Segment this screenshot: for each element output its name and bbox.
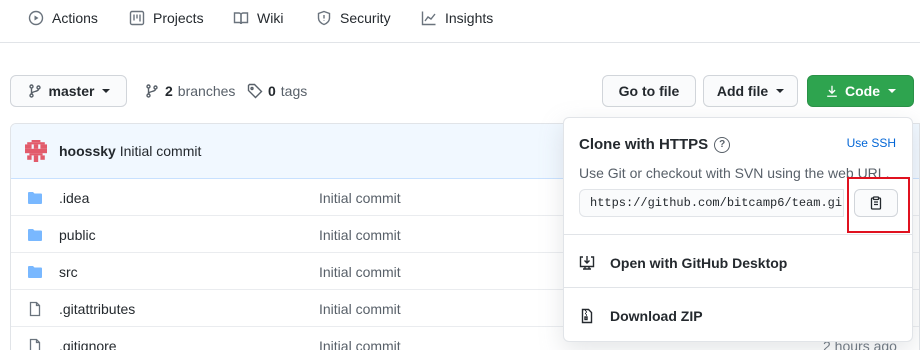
question-icon[interactable]: ? [714, 136, 731, 153]
file-zip-icon [581, 308, 593, 324]
folder-icon [28, 229, 42, 241]
folder-icon [28, 266, 42, 278]
repo-nav: Actions Projects Wiki Security Insights [0, 0, 920, 43]
file-icon [29, 338, 41, 350]
tab-security[interactable]: Security [316, 0, 391, 36]
file-commit-message[interactable]: Initial commit [319, 227, 401, 243]
go-to-file-button[interactable]: Go to file [602, 75, 696, 107]
branches-link[interactable]: 2 branches [144, 83, 235, 99]
go-to-file-label: Go to file [618, 83, 680, 99]
dropdown-divider [564, 287, 912, 288]
file-commit-message[interactable]: Initial commit [319, 190, 401, 206]
file-commit-message[interactable]: Initial commit [319, 338, 401, 350]
file-commit-message[interactable]: Initial commit [319, 301, 401, 317]
clone-title-text: Clone with HTTPS [579, 136, 709, 153]
clone-description: Use Git or checkout with SVN using the w… [579, 165, 890, 181]
branch-name: master [48, 83, 95, 99]
download-icon [827, 85, 837, 97]
commit-author[interactable]: hoossky [59, 143, 116, 159]
tags-count: 0 [268, 83, 276, 99]
git-branch-icon [146, 84, 158, 98]
download-zip-item[interactable]: Download ZIP [579, 306, 703, 326]
play-circle-icon [28, 10, 44, 26]
tags-link[interactable]: 0 tags [247, 83, 307, 99]
project-icon [129, 10, 145, 26]
file-name[interactable]: public [59, 227, 96, 243]
open-desktop-label: Open with GitHub Desktop [610, 255, 788, 271]
dropdown-divider [564, 234, 912, 235]
tags-label: tags [280, 83, 308, 99]
code-label: Code [845, 83, 880, 99]
caret-down-icon [888, 89, 896, 93]
caret-down-icon [102, 89, 111, 93]
file-name[interactable]: .gitattributes [59, 301, 135, 317]
git-branch-icon [28, 84, 41, 98]
avatar[interactable] [25, 140, 47, 162]
folder-icon [28, 192, 42, 204]
tab-label: Wiki [257, 10, 284, 26]
clone-url-input[interactable]: https://github.com/bitcamp6/team.git [579, 189, 844, 217]
add-file-label: Add file [716, 83, 769, 99]
tab-actions[interactable]: Actions [28, 0, 98, 36]
graph-icon [421, 11, 436, 26]
commit-message[interactable]: Initial commit [120, 143, 202, 159]
file-name[interactable]: src [59, 264, 78, 280]
tab-label: Projects [153, 10, 204, 26]
use-ssh-link[interactable]: Use SSH [847, 136, 896, 150]
download-zip-label: Download ZIP [610, 308, 703, 324]
add-file-button[interactable]: Add file [703, 75, 798, 107]
branch-select-button[interactable]: master [10, 75, 127, 107]
open-desktop-item[interactable]: Open with GitHub Desktop [579, 253, 787, 273]
highlight-box [847, 177, 910, 233]
shield-icon [317, 10, 331, 26]
file-name[interactable]: .gitignore [59, 338, 117, 350]
branches-count: 2 [165, 83, 173, 99]
tab-projects[interactable]: Projects [129, 0, 204, 36]
caret-down-icon [776, 89, 785, 93]
file-name[interactable]: .idea [59, 190, 89, 206]
tab-label: Security [340, 10, 391, 26]
book-icon [233, 12, 249, 25]
file-commit-message[interactable]: Initial commit [319, 264, 401, 280]
branches-label: branches [177, 83, 236, 99]
tab-label: Actions [52, 10, 98, 26]
tab-wiki[interactable]: Wiki [233, 0, 283, 36]
clone-title: Clone with HTTPS ? [579, 136, 731, 153]
tab-insights[interactable]: Insights [421, 0, 493, 36]
desktop-download-icon [579, 256, 595, 270]
file-icon [29, 301, 41, 317]
tag-icon [247, 83, 263, 99]
tab-label: Insights [445, 10, 494, 26]
code-button[interactable]: Code [807, 75, 914, 107]
